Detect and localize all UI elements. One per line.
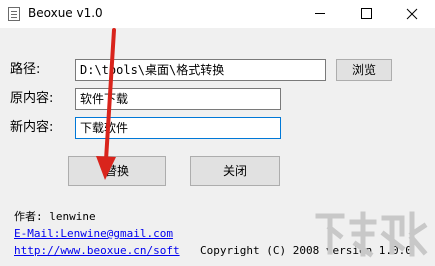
app-document-icon — [8, 7, 20, 21]
path-label: 路径: — [10, 62, 41, 77]
minimize-button[interactable] — [297, 0, 343, 28]
close-window-button[interactable] — [389, 0, 435, 28]
browse-button[interactable]: 浏览 — [336, 59, 392, 81]
maximize-button[interactable] — [343, 0, 389, 28]
path-input[interactable]: D:\tools\桌面\格式转换 — [75, 59, 326, 81]
new-content-input[interactable]: 下载软件 — [75, 117, 281, 139]
watermark-logo — [315, 211, 428, 258]
original-content-input[interactable]: 软件下载 — [75, 88, 281, 110]
original-content-label: 原内容: — [10, 91, 54, 106]
new-content-label: 新内容: — [10, 120, 54, 135]
email-link[interactable]: E-Mail:Lenwine@gmail.com — [14, 227, 173, 241]
close-icon — [406, 8, 418, 20]
author-text: 作者: lenwine — [14, 210, 96, 223]
website-link[interactable]: http://www.beoxue.cn/soft — [14, 244, 180, 258]
close-button[interactable]: 关闭 — [190, 156, 280, 186]
window-title: Beoxue v1.0 — [28, 6, 103, 20]
title-bar[interactable]: Beoxue v1.0 — [0, 0, 435, 28]
replace-button[interactable]: 替换 — [68, 156, 166, 186]
